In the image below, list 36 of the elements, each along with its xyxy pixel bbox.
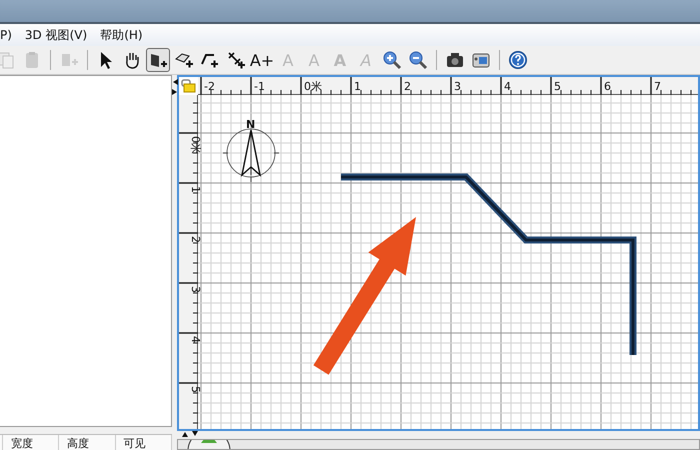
camera-icon bbox=[445, 50, 465, 70]
ruler-label: 7 bbox=[654, 80, 661, 93]
ruler-label: 2 bbox=[189, 236, 202, 243]
ruler-label: 4 bbox=[189, 336, 202, 343]
ruler-label: 5 bbox=[189, 386, 202, 393]
menu-item[interactable]: 帮助(H) bbox=[100, 26, 150, 44]
wall-tool-button[interactable] bbox=[146, 48, 170, 72]
ruler-label: 0米 bbox=[304, 80, 322, 93]
wall[interactable] bbox=[341, 174, 636, 355]
compass-north-label: N bbox=[246, 118, 256, 131]
ruler-label: 0米 bbox=[189, 136, 202, 154]
ruler-label: -1 bbox=[254, 80, 265, 93]
column-header[interactable]: 高度 bbox=[59, 435, 116, 450]
ruler-label: 4 bbox=[504, 80, 511, 93]
ruler-label: 2 bbox=[404, 80, 411, 93]
help-button[interactable] bbox=[506, 48, 530, 72]
text-style-button[interactable]: A+ bbox=[250, 48, 274, 72]
menu-item[interactable]: 3D 视图(V) bbox=[24, 26, 94, 44]
ruler-label: 1 bbox=[189, 186, 202, 193]
ruler-label: 6 bbox=[604, 80, 611, 93]
zoom-out-icon bbox=[408, 50, 428, 70]
splitter-arrows-icon[interactable] bbox=[181, 431, 199, 437]
ruler-label: -2 bbox=[204, 80, 215, 93]
ruler-label: 1 bbox=[354, 80, 361, 93]
dimension-icon bbox=[226, 50, 246, 70]
copy-icon bbox=[0, 50, 16, 70]
help-icon bbox=[508, 50, 528, 70]
ruler-label: 3 bbox=[454, 80, 461, 93]
menu-item[interactable]: P) bbox=[0, 28, 19, 42]
splitter-arrows-icon[interactable] bbox=[172, 78, 178, 96]
ruler-label: 3 bbox=[189, 286, 202, 293]
compass-rose[interactable] bbox=[222, 128, 280, 182]
column-header[interactable]: 可见 bbox=[116, 435, 172, 450]
zoom-in-icon bbox=[382, 50, 402, 70]
column-header[interactable]: 宽度 bbox=[2, 435, 60, 450]
ruler-label: 5 bbox=[554, 80, 561, 93]
